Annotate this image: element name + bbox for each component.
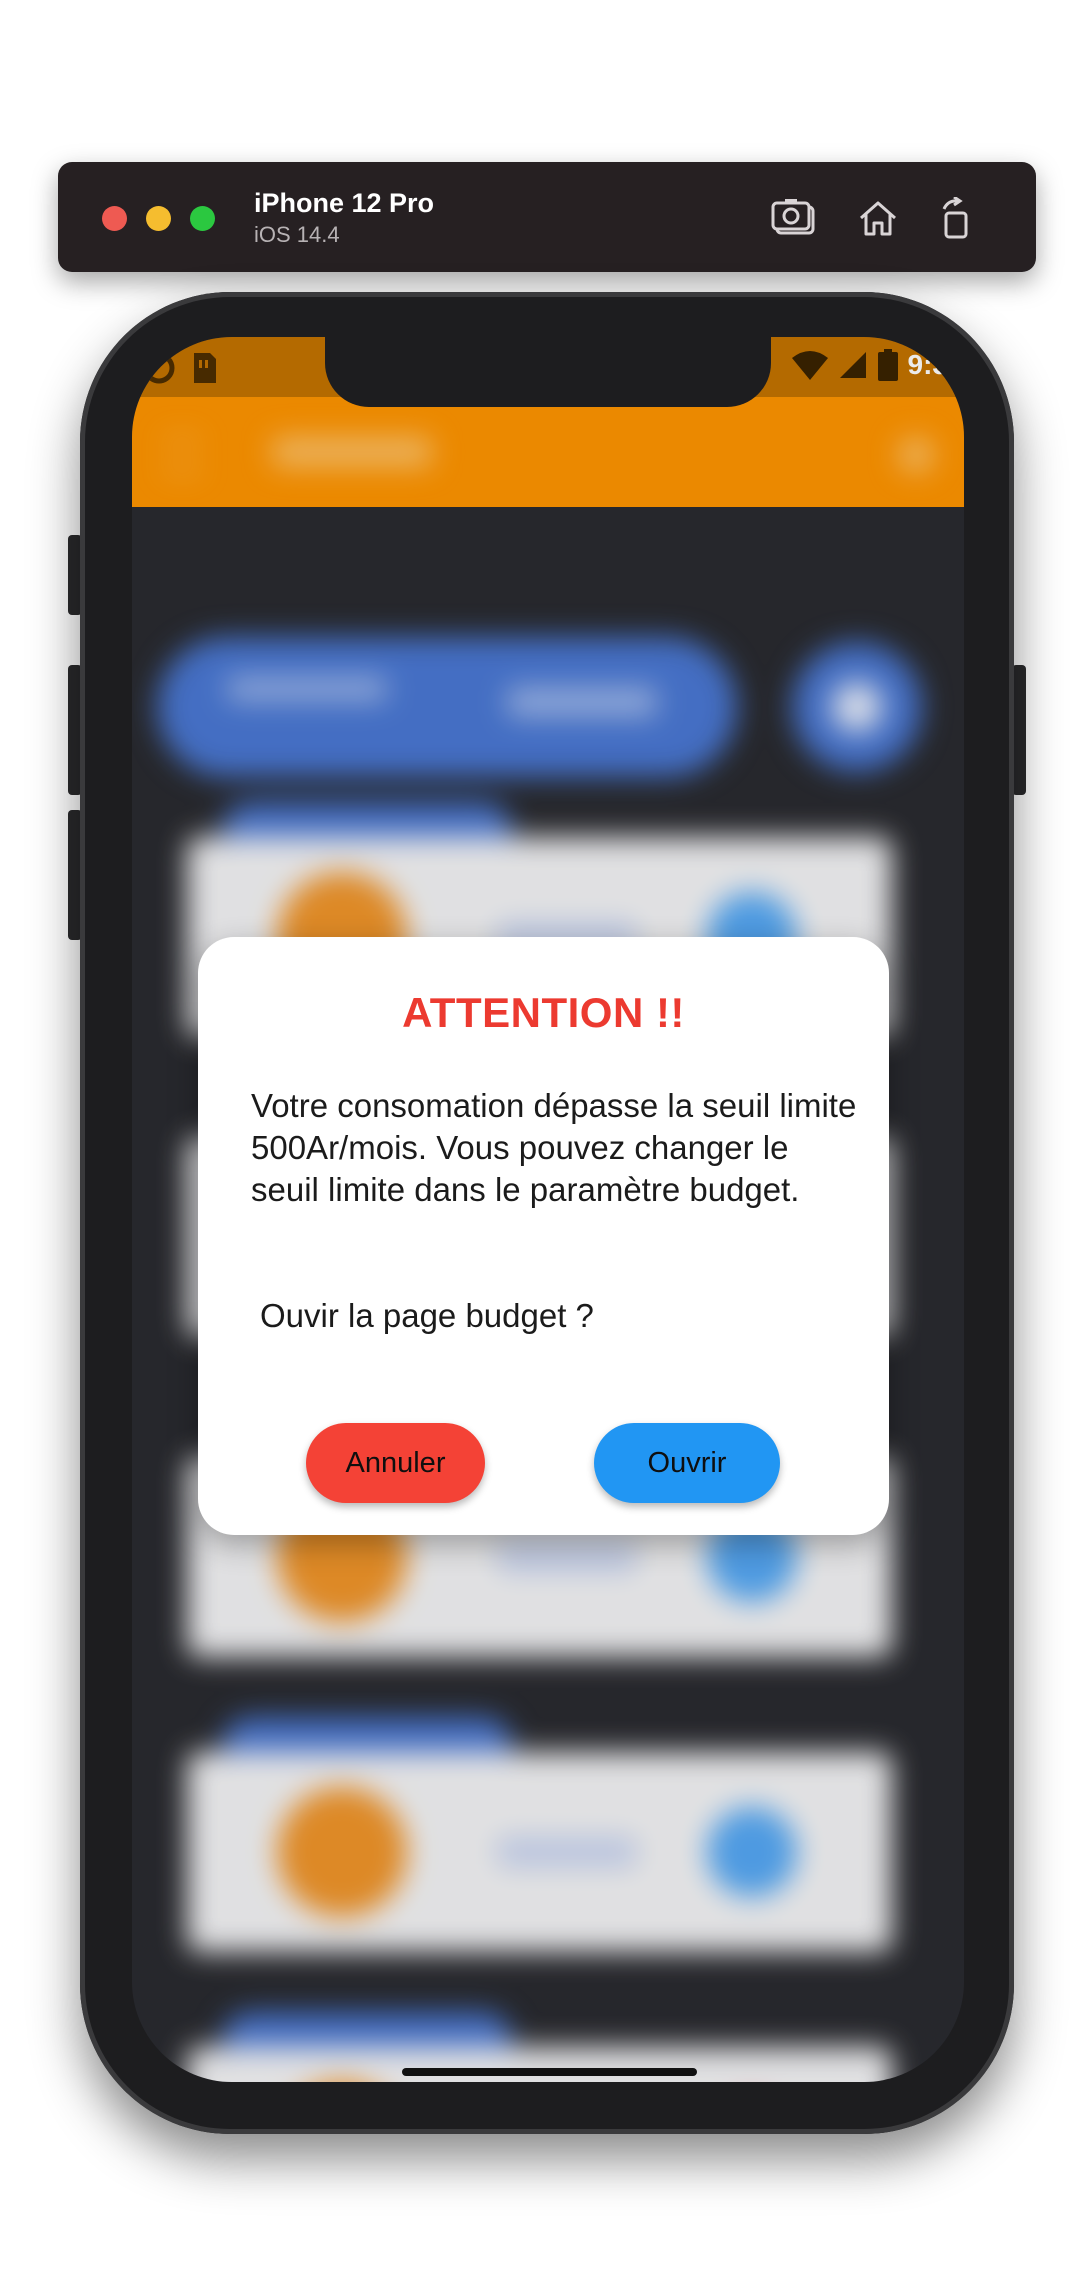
simulator-toolbar: iPhone 12 Pro iOS 14.4 xyxy=(58,162,1036,272)
home-icon xyxy=(860,201,896,236)
power-button[interactable] xyxy=(1012,665,1026,795)
notch xyxy=(325,337,771,407)
rotate-button[interactable] xyxy=(928,190,984,246)
home-indicator[interactable] xyxy=(402,2068,697,2076)
cancel-button[interactable]: Annuler xyxy=(306,1423,485,1503)
minimize-window-button[interactable] xyxy=(146,206,171,231)
open-budget-button[interactable]: Ouvrir xyxy=(594,1423,780,1503)
os-version: iOS 14.4 xyxy=(254,222,340,247)
screenshot-icon xyxy=(771,199,815,235)
dialog-message: Votre consomation dépasse la seuil limit… xyxy=(251,1087,857,1208)
dialog-title: ATTENTION !! xyxy=(402,989,685,1036)
home-button[interactable] xyxy=(850,190,906,246)
rotate-icon xyxy=(942,197,968,239)
dialog-question: Ouvir la page budget ? xyxy=(260,1297,594,1334)
device-screen: 9:3 ATTENTION !! Votre consomation dépas… xyxy=(132,337,964,2082)
device-frame: 9:3 ATTENTION !! Votre consomation dépas… xyxy=(80,292,1014,2134)
zoom-window-button[interactable] xyxy=(190,206,215,231)
screenshot-button[interactable] xyxy=(766,190,822,246)
alert-dialog: ATTENTION !! Votre consomation dépasse l… xyxy=(198,937,889,1535)
device-name: iPhone 12 Pro xyxy=(254,188,435,218)
close-window-button[interactable] xyxy=(102,206,127,231)
